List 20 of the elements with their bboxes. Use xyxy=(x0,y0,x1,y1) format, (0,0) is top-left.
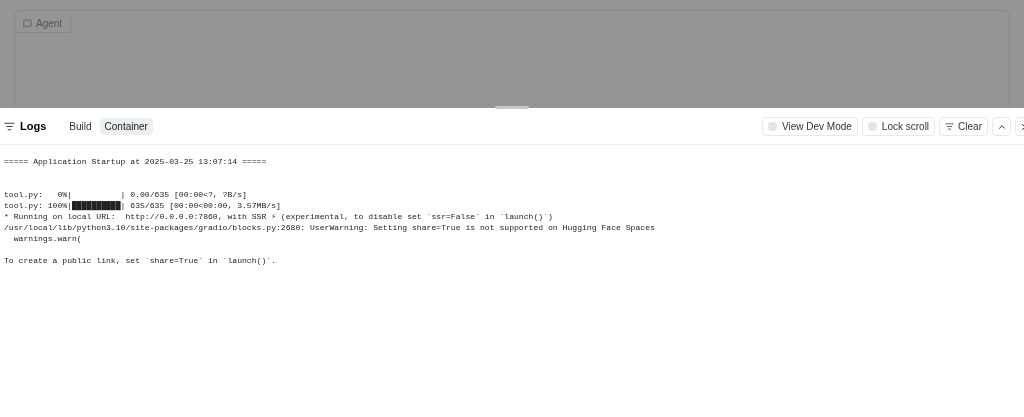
log-line: To create a public link, set `share=True` in `launch()`. xyxy=(4,255,276,266)
log-line: warnings.warn( xyxy=(12,233,82,244)
clear-icon xyxy=(945,122,955,131)
log-line: tool.py: 100%|██████████| 635/635 [00:00<00:00, 3.57MB/s] xyxy=(4,200,281,211)
log-line: * Running on local URL: http://0.0.0.0:7860, with SSR ⚡ (experimental, to disable set `ssr=False` in `launch()`) xyxy=(4,211,553,222)
log-tab[interactable]: Build xyxy=(64,118,97,135)
log-line: ===== Application Startup at 2025-03-25 13:07:14 ===== xyxy=(4,156,267,167)
chat-icon xyxy=(23,19,32,28)
resize-handle[interactable] xyxy=(495,106,529,109)
clear-button[interactable]: Clear xyxy=(939,117,988,136)
log-tab[interactable]: Container xyxy=(99,118,153,135)
log-line: /usr/local/lib/python3.10/site-packages/gradio/blocks.py:2680: UserWarning: Setting share=True is not supported on Hugging Face Spaces xyxy=(4,222,655,233)
panel-title: Logs xyxy=(20,119,47,135)
toggle-button[interactable]: Lock scroll xyxy=(861,117,936,136)
checkbox[interactable] xyxy=(768,122,777,131)
checkbox[interactable] xyxy=(867,122,877,131)
collapse-button[interactable] xyxy=(992,117,1011,136)
logs-icon xyxy=(4,121,15,132)
log-line: tool.py: 0%| | 0.00/635 [00:00<?, ?B/s] xyxy=(4,189,247,200)
toggle-button[interactable]: View Dev Mode xyxy=(762,117,858,136)
